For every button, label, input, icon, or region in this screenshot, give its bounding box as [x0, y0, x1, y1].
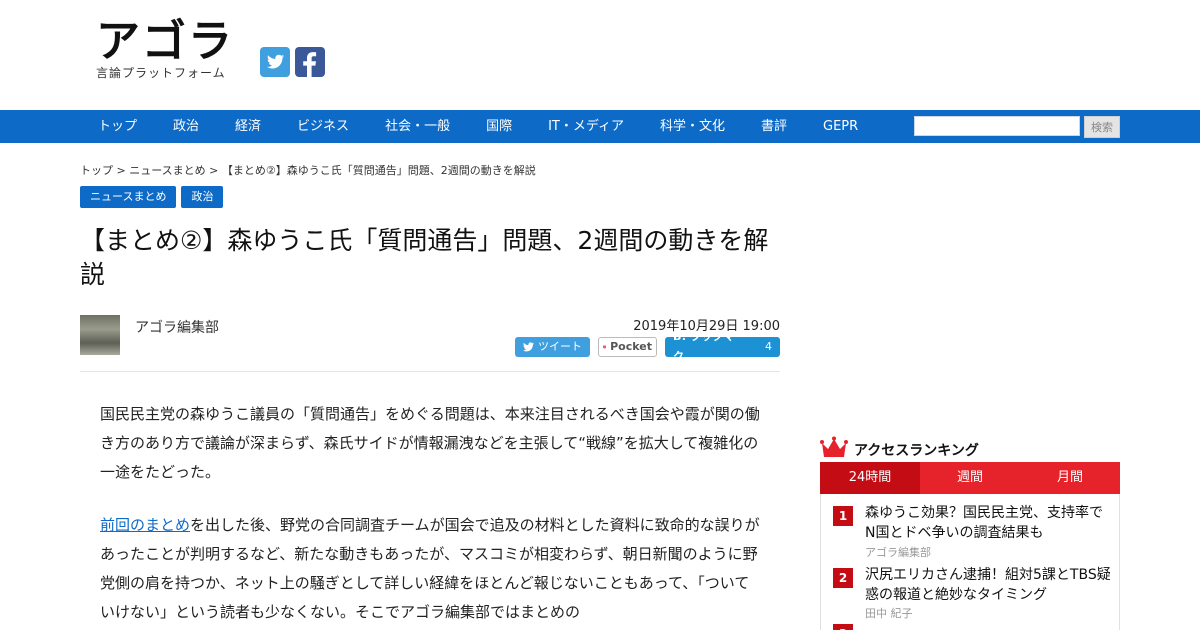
site-logo[interactable]: アゴラ 言論プラットフォーム	[96, 18, 246, 84]
nav-item-international[interactable]: 国際	[468, 110, 530, 143]
rank-number: 1	[833, 506, 853, 526]
logo-text: アゴラ	[96, 16, 234, 67]
search-input[interactable]	[914, 116, 1080, 136]
nav-items: トップ 政治 経済 ビジネス 社会・一般 国際 IT・メディア 科学・文化 書評…	[80, 110, 876, 143]
pocket-button[interactable]: Pocket	[598, 337, 657, 357]
facebook-button[interactable]	[295, 47, 325, 77]
crown-icon	[820, 436, 848, 457]
facebook-icon	[303, 52, 317, 77]
ranking-item[interactable]: 1 森ゆうこ効果？国民民主党、支持率でN国とドベ争いの調査結果も アゴラ編集部	[821, 494, 1119, 559]
author-name[interactable]: アゴラ編集部	[135, 317, 219, 337]
nav-item-gepr[interactable]: GEPR	[805, 110, 876, 143]
tag-news-summary[interactable]: ニュースまとめ	[80, 186, 177, 208]
nav-item-top[interactable]: トップ	[80, 110, 155, 143]
logo-tagline: 言論プラットフォーム	[96, 66, 226, 80]
article-paragraph-1: 国民民主党の森ゆうこ議員の「質問通告」をめぐる問題は、本来注目されるべき国会や霞…	[100, 405, 760, 481]
nav-item-science-culture[interactable]: 科学・文化	[642, 110, 743, 143]
ranking-title: アクセスランキング	[854, 443, 979, 459]
rank-title[interactable]: 森ゆうこ効果？国民民主党、支持率でN国とドベ争いの調査結果も	[865, 503, 1113, 543]
rank-title[interactable]: 沢尻エリカさん逮捕！組対5課とTBS疑惑の報道と絶妙なタイミング	[865, 565, 1113, 605]
article-body: 国民民主党の森ゆうこ議員の「質問通告」をめぐる問題は、本来注目されるべき国会や霞…	[100, 400, 760, 630]
author-avatar[interactable]	[80, 315, 120, 355]
rank-number: 2	[833, 568, 853, 588]
article-title: 【まとめ②】森ゆうこ氏「質問通告」問題、2週間の動きを解説	[80, 226, 769, 289]
nav-item-it-media[interactable]: IT・メディア	[530, 110, 642, 143]
twitter-button[interactable]	[260, 47, 290, 77]
nav-item-society[interactable]: 社会・一般	[367, 110, 468, 143]
share-buttons: ツイート Pocket B! ブックマーク 4	[515, 330, 780, 363]
tab-24h[interactable]: 24時間	[820, 462, 920, 494]
site-header: アゴラ 言論プラットフォーム	[0, 0, 1200, 110]
ranking-item[interactable]: 3	[821, 612, 1119, 630]
nav-item-politics[interactable]: 政治	[155, 110, 217, 143]
nav-item-business[interactable]: ビジネス	[279, 110, 367, 143]
article-meta: アゴラ編集部 2019年10月29日 19:00 ツイート Pocket B! …	[80, 314, 780, 372]
nav-item-book-review[interactable]: 書評	[743, 110, 805, 143]
nav-item-economy[interactable]: 経済	[217, 110, 279, 143]
article-tags: ニュースまとめ 政治	[80, 186, 224, 208]
pocket-label: Pocket	[610, 340, 652, 353]
ranking-tabs: 24時間 週間 月間	[820, 462, 1120, 494]
tab-weekly[interactable]: 週間	[920, 462, 1020, 494]
hatena-label: B! ブックマーク	[673, 330, 746, 363]
hatena-count: 4	[765, 340, 772, 353]
tag-politics[interactable]: 政治	[181, 186, 224, 208]
article-paragraph-2-text: を出した後、野党の合同調査チームが国会で追及の材料とした資料に致命的な誤りがあっ…	[100, 516, 760, 621]
hatena-bookmark-button[interactable]: B! ブックマーク 4	[665, 330, 780, 363]
breadcrumb[interactable]: トップ > ニュースまとめ > 【まとめ②】森ゆうこ氏「質問通告」問題、2週間の…	[80, 162, 536, 178]
tweet-button[interactable]: ツイート	[515, 337, 590, 357]
ranking-list: 1 森ゆうこ効果？国民民主党、支持率でN国とドベ争いの調査結果も アゴラ編集部 …	[820, 494, 1120, 630]
rank-number: 3	[833, 624, 853, 630]
article-paragraph-2: 前回のまとめを出した後、野党の合同調査チームが国会で追及の材料とした資料に致命的…	[100, 511, 760, 627]
twitter-icon	[523, 342, 534, 352]
pocket-icon	[603, 345, 607, 349]
previous-summary-link[interactable]: 前回のまとめ	[100, 516, 190, 534]
search-button[interactable]: 検索	[1084, 116, 1120, 138]
tab-monthly[interactable]: 月間	[1020, 462, 1120, 494]
ranking-item[interactable]: 2 沢尻エリカさん逮捕！組対5課とTBS疑惑の報道と絶妙なタイミング 田中 紀子	[821, 556, 1119, 620]
ranking-header: アクセスランキング	[820, 436, 1120, 462]
twitter-icon	[267, 54, 284, 69]
tweet-label: ツイート	[538, 340, 582, 353]
